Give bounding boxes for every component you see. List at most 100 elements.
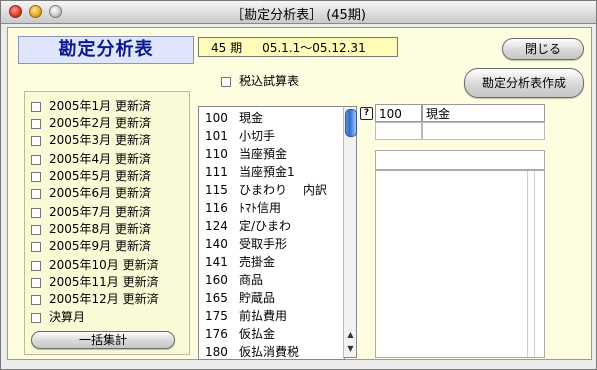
month-item[interactable]: 2005年7月 更新済 [31,204,151,220]
month-checkbox[interactable] [31,241,41,252]
period-range: 05.1.1～05.12.31 [262,41,366,55]
selected-account-name: 現金 [422,104,545,122]
month-item[interactable]: 2005年8月 更新済 [31,221,151,237]
month-item[interactable]: 2005年6月 更新済 [31,185,151,201]
month-label: 2005年8月 更新済 [49,222,151,236]
account-extra: 内訳 [303,183,328,197]
month-label: 2005年5月 更新済 [49,169,151,183]
month-label: 2005年4月 更新済 [49,152,151,166]
secondary-name-field [422,122,545,140]
account-list-scrollbar[interactable]: ▲ ▼ [343,106,357,358]
account-name: ひまわり [239,183,288,197]
month-checkbox[interactable] [31,171,41,182]
account-code: 140 [205,237,228,251]
account-code: 165 [205,291,228,305]
account-item[interactable]: 116 ﾄﾏﾄ信用 [205,199,297,217]
month-item[interactable]: 2005年12月 更新済 [31,291,159,307]
window-title: ［勘定分析表］ (45期) [231,8,366,23]
month-checkbox[interactable] [31,154,41,165]
month-item[interactable]: 2005年3月 更新済 [31,132,151,148]
account-name: 定/ひまわ [239,219,292,233]
month-item[interactable]: 2005年10月 更新済 [31,257,159,273]
account-code: 111 [205,165,228,179]
selected-account-code: 100 [375,104,422,122]
account-name: 現金 [239,111,264,125]
month-label: 2005年9月 更新済 [49,239,151,253]
month-label: 決算月 [49,310,86,324]
account-name: 商品 [239,273,264,287]
month-checkbox[interactable] [31,294,41,305]
account-item[interactable]: 140 受取手形 [205,235,303,253]
month-checkbox[interactable] [31,312,41,323]
month-list-panel: 2005年1月 更新済 2005年2月 更新済 2005年3月 更新済 2005… [24,91,190,355]
month-checkbox[interactable] [31,118,41,129]
title-bar: ［勘定分析表］ (45期) [1,1,596,24]
account-item[interactable]: 115 ひまわり 内訳 [205,181,327,199]
detail-area [375,170,545,358]
account-name: 仮払金 [239,327,276,341]
scroll-up-icon[interactable]: ▲ [345,328,356,341]
secondary-code-field [375,122,422,140]
month-label: 2005年12月 更新済 [49,292,159,306]
month-label: 2005年2月 更新済 [49,116,151,130]
help-icon[interactable]: ? [360,107,373,120]
detail-divider [534,171,535,357]
account-item[interactable]: 175 前払費用 [205,307,303,325]
page-title: 勘定分析表 [18,36,194,64]
month-checkbox[interactable] [31,260,41,271]
account-code: 124 [205,219,228,233]
account-item[interactable]: 110 当座預金 [205,145,303,163]
account-item[interactable]: 180 仮払消費税 [205,343,315,359]
period-display: 45 期 05.1.1～05.12.31 [198,37,398,57]
month-item[interactable]: 2005年1月 更新済 [31,98,151,114]
month-item[interactable]: 2005年9月 更新済 [31,238,151,254]
window: ［勘定分析表］ (45期) 勘定分析表 45 期 05.1.1～05.12.31 … [0,0,597,370]
month-checkbox[interactable] [31,188,41,199]
account-code: 141 [205,255,228,269]
bulk-aggregate-button[interactable]: 一括集計 [31,331,175,349]
account-name: 貯蔵品 [239,291,276,305]
tax-included-checkbox-row[interactable]: 税込試算表 [221,72,299,89]
account-name: 小切手 [239,129,276,143]
month-checkbox[interactable] [31,277,41,288]
account-item[interactable]: 160 商品 [205,271,279,289]
account-code: 176 [205,327,228,341]
account-code: 160 [205,273,228,287]
month-label: 2005年6月 更新済 [49,186,151,200]
account-name: 当座預金1 [239,165,295,179]
month-label: 2005年3月 更新済 [49,133,151,147]
month-item[interactable]: 2005年11月 更新済 [31,274,159,290]
main-panel: 勘定分析表 45 期 05.1.1～05.12.31 閉じる 勘定分析表作成 税込… [7,27,592,360]
account-item[interactable]: 100 現金 [205,109,279,127]
account-code: 115 [205,183,228,197]
month-label: 2005年7月 更新済 [49,205,151,219]
month-checkbox[interactable] [31,101,41,112]
month-item[interactable]: 2005年4月 更新済 [31,151,151,167]
month-item[interactable]: 決算月 [31,309,85,325]
month-label: 2005年10月 更新済 [49,258,159,272]
scrollbar-thumb[interactable] [345,109,357,137]
period-term: 45 期 [211,41,243,55]
account-item[interactable]: 165 貯蔵品 [205,289,291,307]
account-item[interactable]: 124 定/ひまわ [205,217,307,235]
account-name: 当座預金 [239,147,288,161]
account-item[interactable]: 111 当座預金1 [205,163,311,181]
account-item[interactable]: 101 小切手 [205,127,291,145]
month-item[interactable]: 2005年2月 更新済 [31,115,151,131]
scroll-down-icon[interactable]: ▼ [345,342,356,355]
account-list[interactable]: 100 現金 101 小切手 110 当座預金 111 当座預金1 115 ひまわり 内訳 … [198,106,345,360]
account-name: 前払費用 [239,309,288,323]
month-checkbox[interactable] [31,207,41,218]
create-analysis-button[interactable]: 勘定分析表作成 [464,68,584,98]
account-code: 100 [205,111,228,125]
account-item[interactable]: 176 仮払金 [205,325,291,343]
tax-included-checkbox[interactable] [221,76,231,87]
tax-included-label: 税込試算表 [239,74,300,88]
close-button[interactable]: 閉じる [502,38,584,60]
month-item[interactable]: 2005年5月 更新済 [31,168,151,184]
account-code: 101 [205,129,228,143]
month-checkbox[interactable] [31,224,41,235]
account-code: 175 [205,309,228,323]
month-checkbox[interactable] [31,135,41,146]
account-item[interactable]: 141 売掛金 [205,253,291,271]
